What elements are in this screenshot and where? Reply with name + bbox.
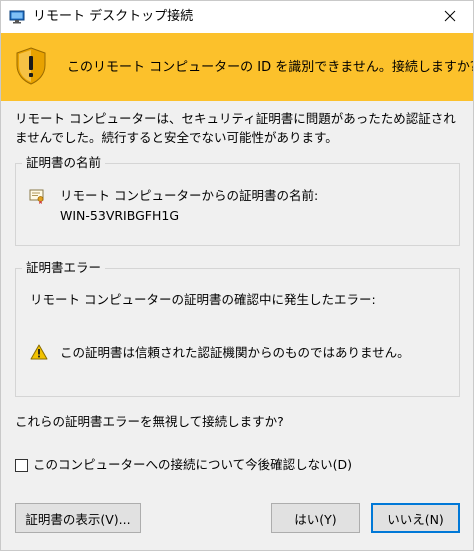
cert-name-label: リモート コンピューターからの証明書の名前: [60,188,319,203]
cert-error-item: この証明書は信頼された認証機関からのものではありません。 [60,345,410,360]
shield-warning-icon [15,47,47,85]
intro-text: リモート コンピューターは、セキュリティ証明書に問題があったため認証されませんで… [15,111,456,145]
rdp-certificate-dialog: リモート デスクトップ接続 このリモート コンピューターの ID を識別できませ… [0,0,474,551]
title-bar: リモート デスクトップ接続 [1,1,473,33]
cert-error-legend: 証明書エラー [22,259,106,277]
close-icon [444,10,456,25]
no-button[interactable]: いいえ(N) [371,503,460,533]
dont-ask-again-checkbox-row[interactable]: このコンピューターへの接続について今後確認しない(D) [15,455,352,475]
remote-desktop-icon [9,9,25,25]
view-certificate-button[interactable]: 証明書の表示(V)... [15,503,141,533]
window-title: リモート デスクトップ接続 [33,9,194,24]
dont-ask-again-label[interactable]: このコンピューターへの接続について今後確認しない(D) [33,456,352,474]
certificate-icon [29,188,45,204]
warning-icon [30,344,48,360]
banner-message: このリモート コンピューターの ID を識別できません。接続しますか? [67,60,474,75]
cert-error-group: 証明書エラー リモート コンピューターの証明書の確認中に発生したエラー: この証… [15,259,460,397]
cert-error-label: リモート コンピューターの証明書の確認中に発生したエラー: [30,292,376,307]
cert-name-group: 証明書の名前 リモート コンピューターからの証明書の名前: WIN-53VRIB… [15,154,460,246]
yes-button[interactable]: はい(Y) [271,503,360,533]
cert-name-value: WIN-53VRIBGFH1G [60,208,180,223]
cert-name-legend: 証明書の名前 [22,154,106,172]
dont-ask-again-checkbox[interactable] [15,458,28,472]
warning-banner: このリモート コンピューターの ID を識別できません。接続しますか? [1,33,473,101]
ignore-errors-question: これらの証明書エラーを無視して接続しますか? [15,414,284,429]
close-button[interactable] [427,1,473,33]
